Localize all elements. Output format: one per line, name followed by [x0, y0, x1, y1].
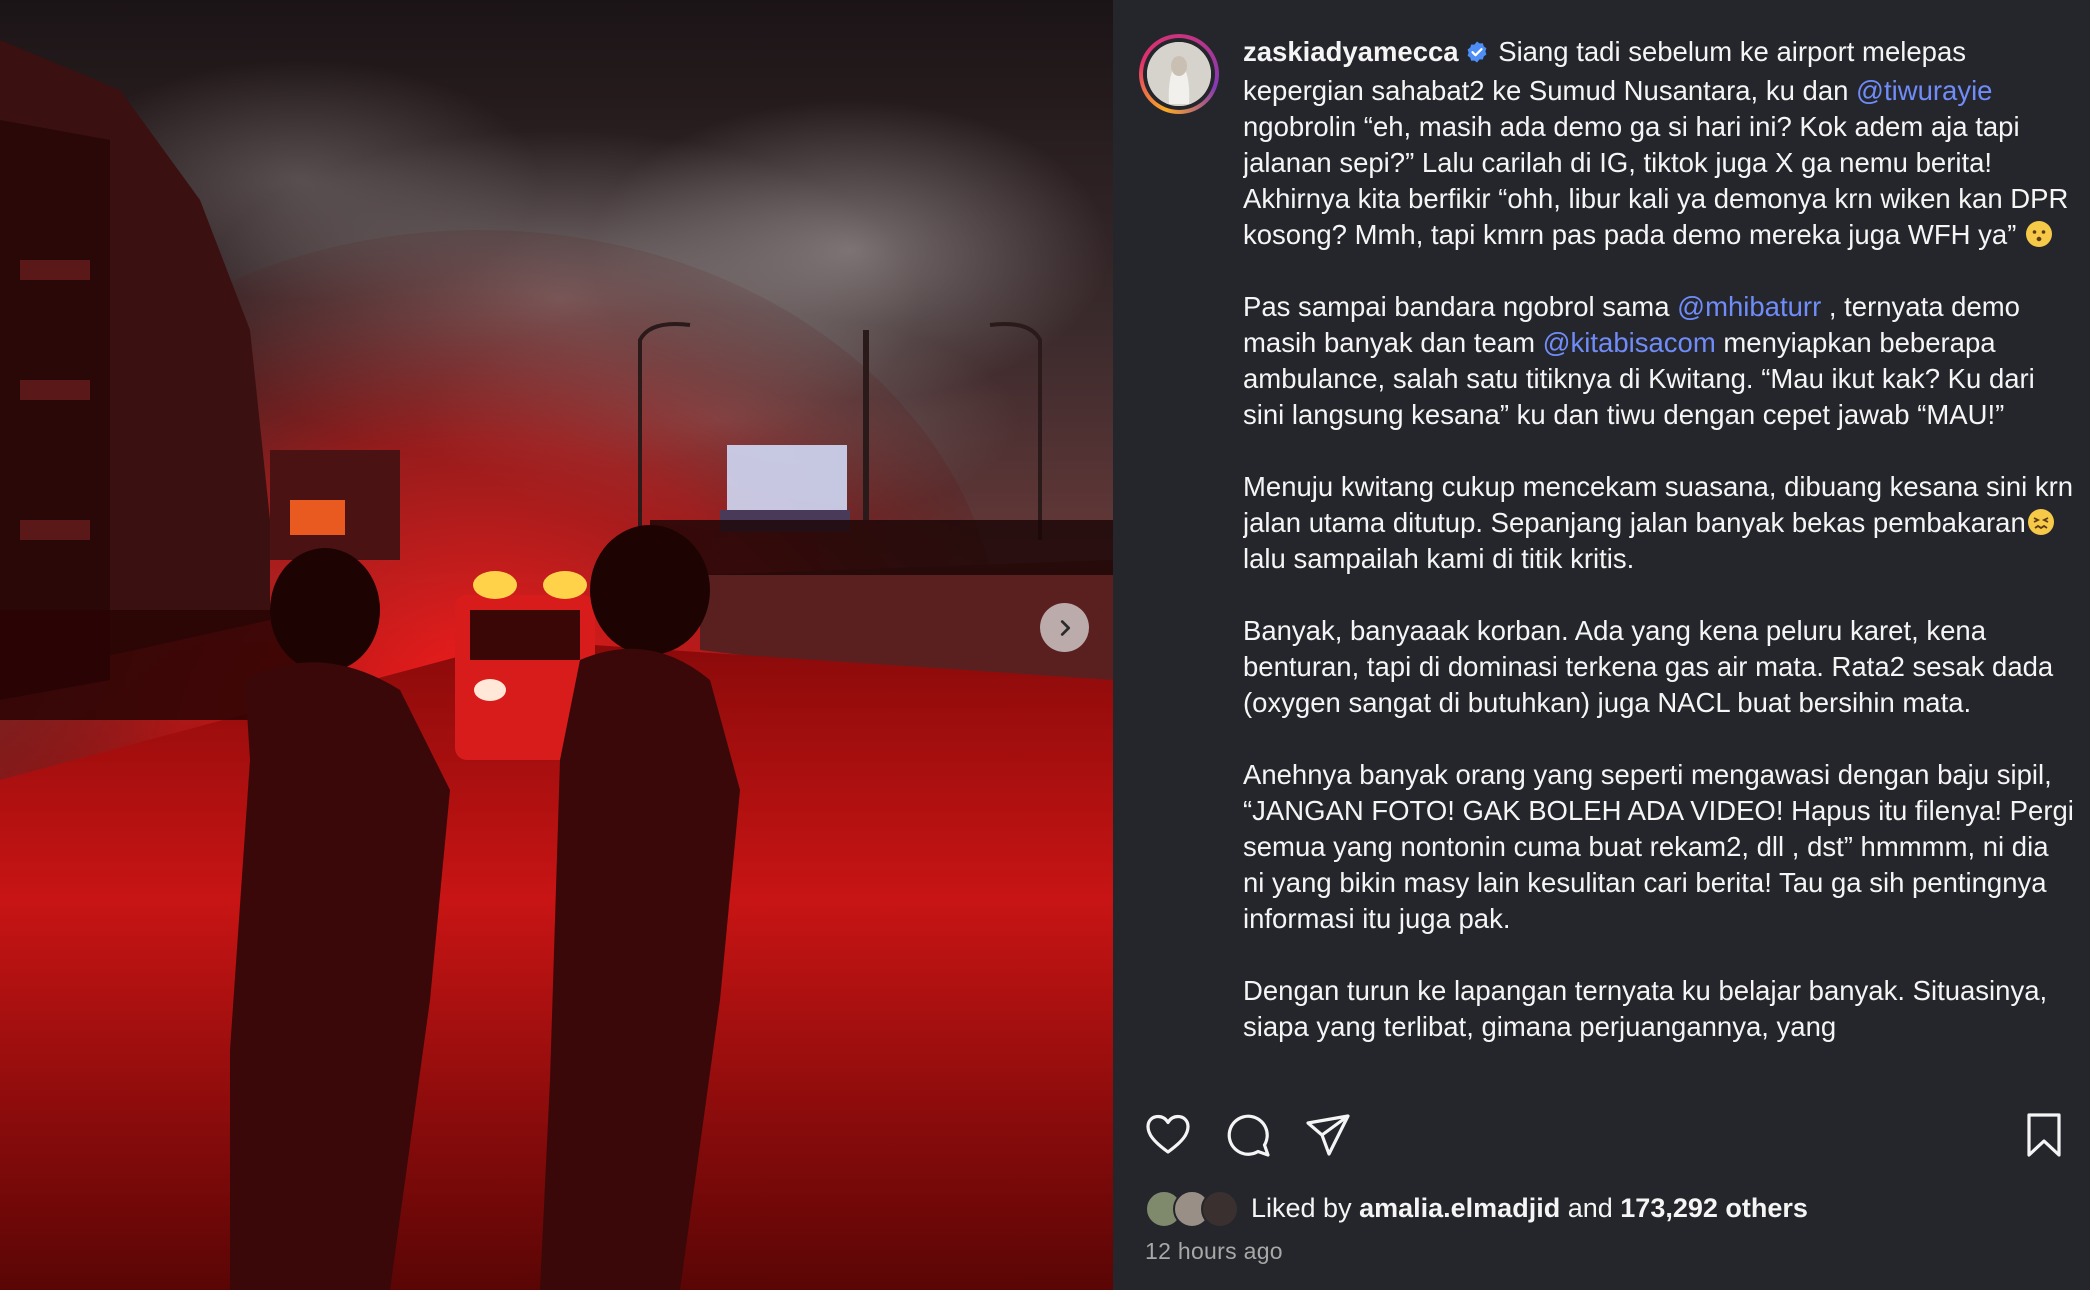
post-photo[interactable] [0, 0, 1113, 1290]
save-button[interactable] [2019, 1110, 2069, 1160]
share-button[interactable] [1303, 1110, 1353, 1160]
post-side-panel: zaskiadyamecca Siang tadi sebelum ke air… [1113, 0, 2090, 1290]
avatar-photo [1147, 42, 1211, 106]
liker-username-link[interactable]: amalia.elmadjid [1359, 1193, 1560, 1223]
comment-icon [1227, 1114, 1270, 1157]
like-button[interactable] [1143, 1110, 1193, 1160]
mention-link[interactable]: @tiwurayie [1856, 75, 1992, 106]
chevron-right-icon [1060, 619, 1070, 636]
caption-paragraph: Dengan turun ke lapangan ternyata ku bel… [1243, 975, 2048, 1042]
paper-plane-icon [1306, 1114, 1350, 1156]
confounded-face-emoji [2026, 507, 2056, 537]
hushed-face-emoji [2024, 219, 2054, 249]
likes-summary: Liked by amalia.elmadjid and 173,292 oth… [1145, 1190, 1808, 1228]
caption-paragraph: Banyak, banyaaak korban. Ada yang kena p… [1243, 615, 2054, 718]
mention-link[interactable]: @kitabisacom [1543, 327, 1716, 358]
username-link[interactable]: zaskiadyamecca [1243, 36, 1459, 67]
heart-icon [1146, 1114, 1190, 1154]
likes-text: Liked by amalia.elmadjid and 173,292 oth… [1251, 1192, 1808, 1223]
caption-paragraph: Pas sampai bandara ngobrol sama @mhibatu… [1243, 291, 2035, 430]
avatar[interactable] [1139, 34, 1219, 114]
post-timestamp[interactable]: 12 hours ago [1145, 1238, 1283, 1265]
avatar [1201, 1190, 1239, 1228]
next-photo-button[interactable] [1040, 603, 1089, 652]
verified-badge-icon [1465, 37, 1489, 73]
comment-button[interactable] [1223, 1110, 1273, 1160]
likes-count-link[interactable]: 173,292 others [1620, 1193, 1808, 1223]
caption-paragraph: Menuju kwitang cukup mencekam suasana, d… [1243, 471, 2074, 574]
post-caption: zaskiadyamecca Siang tadi sebelum ke air… [1243, 34, 2076, 1074]
instagram-post: zaskiadyamecca Siang tadi sebelum ke air… [0, 0, 2090, 1290]
bookmark-icon [2027, 1113, 2061, 1157]
liker-avatars[interactable] [1145, 1190, 1245, 1228]
caption-paragraph: Anehnya banyak orang yang seperti mengaw… [1243, 759, 2074, 934]
action-bar [1113, 1110, 2090, 1160]
mention-link[interactable]: @mhibaturr [1677, 291, 1821, 322]
street-night-photo [0, 0, 1113, 1290]
caption-row: zaskiadyamecca Siang tadi sebelum ke air… [1139, 34, 2076, 1074]
caption-paragraph: zaskiadyamecca Siang tadi sebelum ke air… [1243, 36, 2069, 250]
